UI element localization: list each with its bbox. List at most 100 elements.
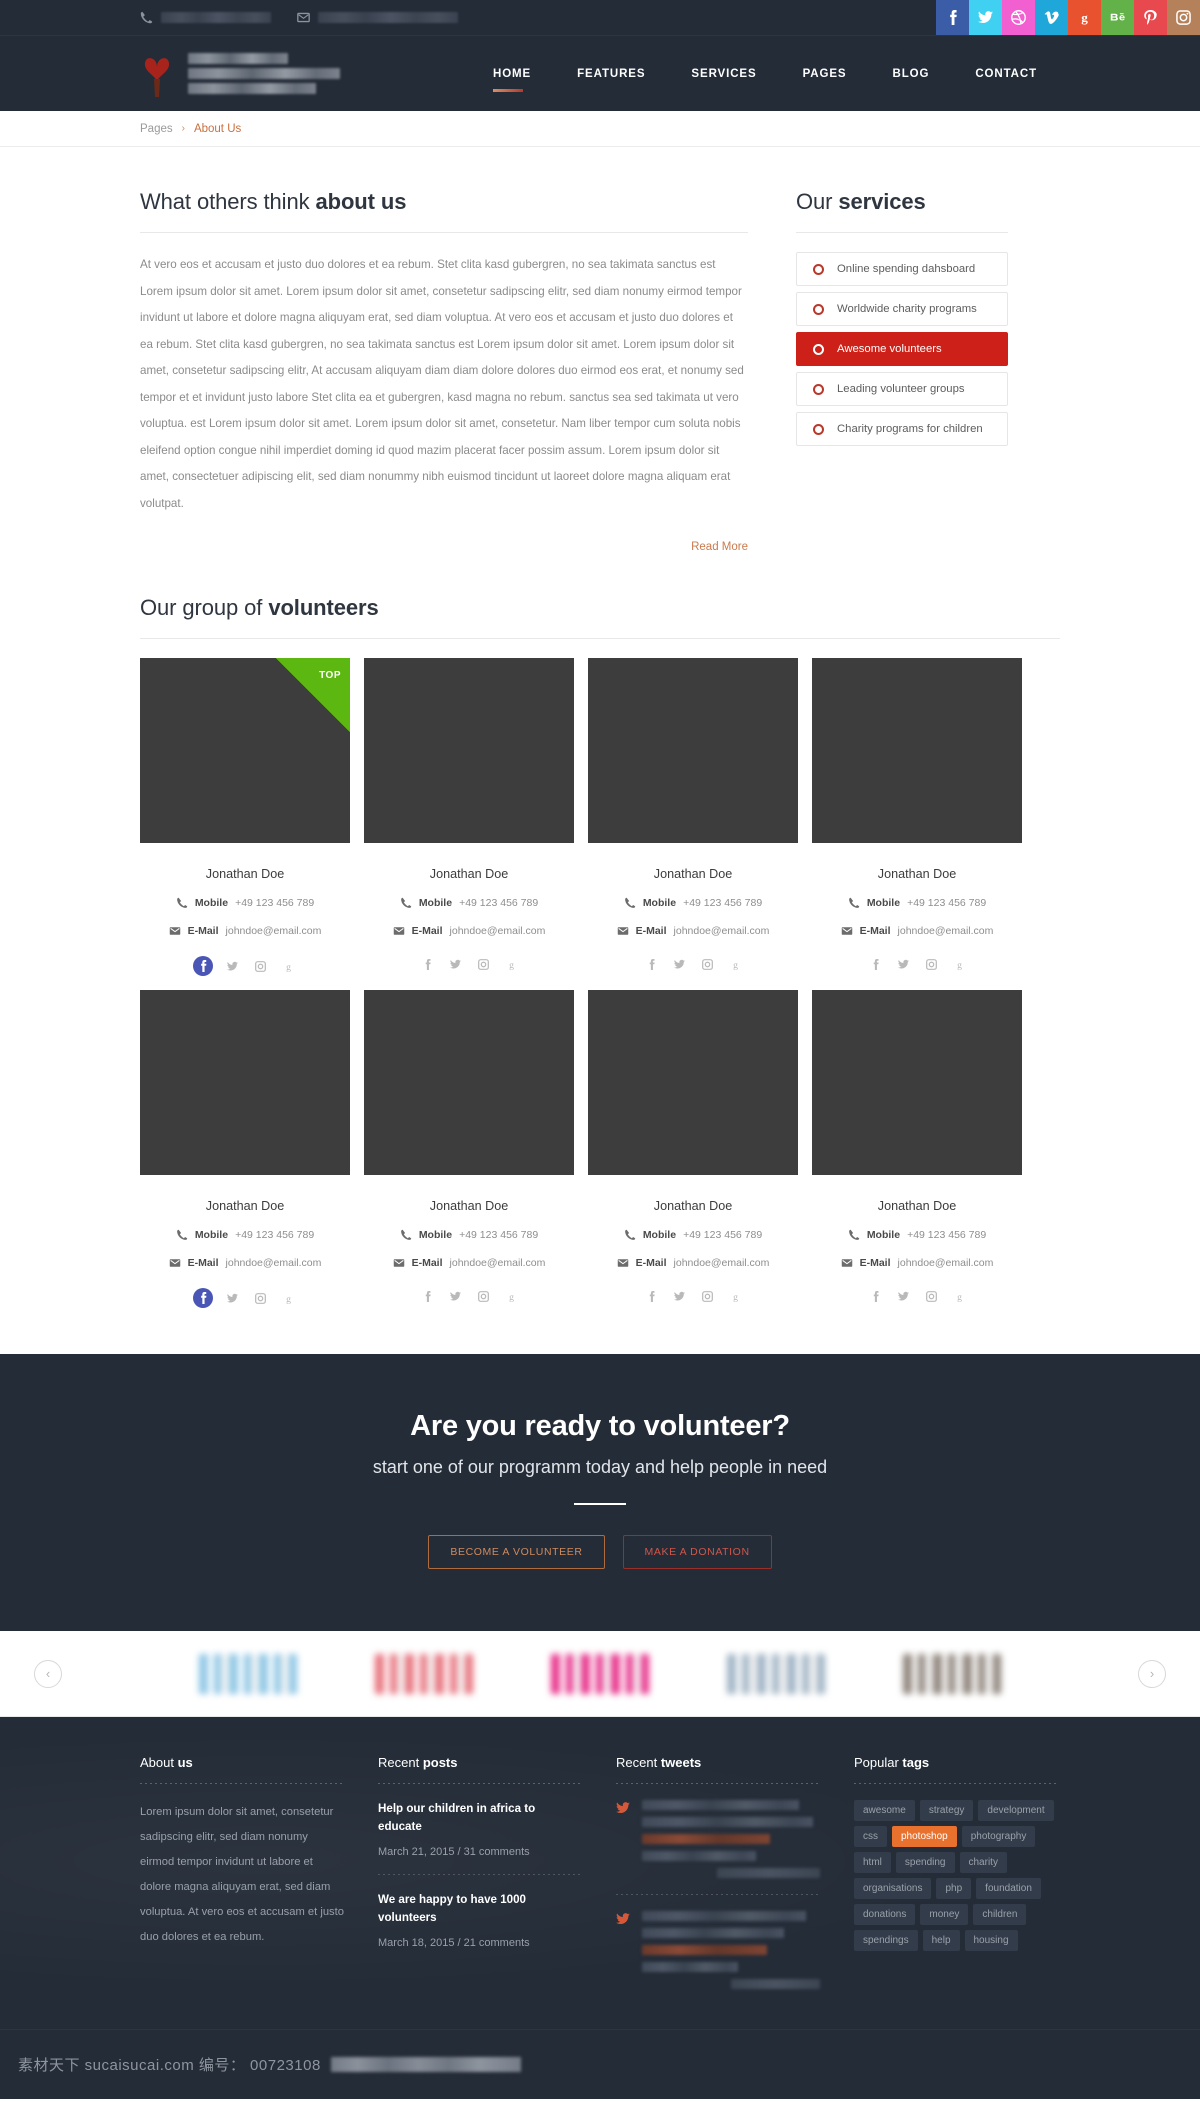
twitter-icon[interactable]: [224, 958, 241, 975]
instagram-icon[interactable]: [1167, 0, 1200, 35]
twitter-icon[interactable]: [447, 1288, 464, 1305]
facebook-icon[interactable]: [193, 956, 213, 976]
vimeo-icon[interactable]: [1035, 0, 1068, 35]
recent-post-title[interactable]: We are happy to have 1000 volunteers: [378, 1891, 582, 1927]
instagram-icon[interactable]: [699, 956, 716, 973]
nav-item-features[interactable]: FEATURES: [554, 57, 668, 91]
twitter-icon[interactable]: [671, 1288, 688, 1305]
tag-spendings[interactable]: spendings: [854, 1930, 918, 1951]
tag-charity[interactable]: charity: [959, 1852, 1007, 1873]
read-more-link[interactable]: Read More: [691, 541, 748, 553]
facebook-icon[interactable]: [936, 0, 969, 35]
instagram-icon[interactable]: [252, 958, 269, 975]
nav-item-services[interactable]: SERVICES: [668, 57, 779, 91]
brand-logo[interactable]: [140, 51, 340, 97]
partner-logo-5[interactable]: [903, 1653, 1001, 1694]
twitter-icon[interactable]: [895, 956, 912, 973]
tag-photoshop[interactable]: photoshop: [892, 1826, 957, 1847]
twitter-icon[interactable]: [671, 956, 688, 973]
facebook-icon[interactable]: [867, 1288, 884, 1305]
google-plus-icon[interactable]: g: [727, 956, 744, 973]
top-bar-email[interactable]: [297, 11, 458, 24]
volunteer-card[interactable]: Jonathan Doe Mobile +49 123 456 789 E-Mail j…: [812, 990, 1022, 1308]
service-item-2[interactable]: Awesome volunteers: [796, 332, 1008, 366]
top-bar-phone[interactable]: [140, 11, 271, 24]
instagram-icon[interactable]: [699, 1288, 716, 1305]
tag-awesome[interactable]: awesome: [854, 1800, 915, 1821]
footer-about-heading-normal: About: [140, 1755, 178, 1770]
facebook-icon[interactable]: [643, 956, 660, 973]
volunteer-card[interactable]: Jonathan Doe Mobile +49 123 456 789 E-Mail j…: [812, 658, 1022, 976]
instagram-icon[interactable]: [475, 1288, 492, 1305]
instagram-icon[interactable]: [252, 1290, 269, 1307]
instagram-icon[interactable]: [475, 956, 492, 973]
facebook-icon[interactable]: [643, 1288, 660, 1305]
twitter-icon[interactable]: [224, 1290, 241, 1307]
partner-logo-1[interactable]: [199, 1653, 297, 1694]
nav-item-pages[interactable]: PAGES: [780, 57, 870, 91]
volunteer-card[interactable]: Jonathan Doe Mobile +49 123 456 789 E-Mail j…: [364, 658, 574, 976]
recent-post-title[interactable]: Help our children in africa to educate: [378, 1800, 582, 1836]
tag-housing[interactable]: housing: [964, 1930, 1018, 1951]
service-item-3[interactable]: Leading volunteer groups: [796, 372, 1008, 406]
service-item-0[interactable]: Online spending dahsboard: [796, 252, 1008, 286]
tag-php[interactable]: php: [936, 1878, 972, 1899]
twitter-icon[interactable]: [447, 956, 464, 973]
tag-strategy[interactable]: strategy: [919, 1800, 974, 1821]
carousel-prev-arrow-icon[interactable]: ‹: [34, 1659, 62, 1688]
tag-money[interactable]: money: [920, 1904, 969, 1925]
volunteer-card[interactable]: Jonathan Doe Mobile +49 123 456 789 E-Mail j…: [588, 990, 798, 1308]
twitter-icon[interactable]: [895, 1288, 912, 1305]
tag-spending[interactable]: spending: [895, 1852, 955, 1873]
volunteer-card[interactable]: TOP Jonathan Doe Mobile +49 123 456 789 E-Ma…: [140, 658, 350, 976]
volunteer-mobile-row: Mobile +49 123 456 789: [364, 897, 574, 909]
facebook-icon[interactable]: [419, 956, 436, 973]
pinterest-icon[interactable]: [1134, 0, 1167, 35]
footer-tags-divider: [854, 1783, 1058, 1784]
nav-item-blog[interactable]: BLOG: [870, 57, 953, 91]
tag-organisations[interactable]: organisations: [854, 1878, 932, 1899]
breadcrumb-pages-link[interactable]: Pages: [140, 123, 173, 135]
service-item-4[interactable]: Charity programs for children: [796, 412, 1008, 446]
nav-item-home[interactable]: HOME: [470, 57, 554, 92]
tag-html[interactable]: html: [854, 1852, 891, 1873]
nav-item-contact[interactable]: CONTACT: [952, 57, 1060, 91]
make-donation-button[interactable]: MAKE A DONATION: [622, 1535, 772, 1569]
google-plus-icon[interactable]: g: [727, 1288, 744, 1305]
google-plus-icon[interactable]: g: [951, 956, 968, 973]
footer-tweets-heading-bold: tweets: [660, 1755, 702, 1770]
phone-value-redacted: [161, 12, 271, 23]
google-plus-icon[interactable]: g: [503, 1288, 520, 1305]
tag-photography[interactable]: photography: [961, 1826, 1036, 1847]
cta-banner: Are you ready to volunteer? start one of…: [0, 1354, 1200, 1631]
tag-help[interactable]: help: [922, 1930, 960, 1951]
facebook-icon[interactable]: [419, 1288, 436, 1305]
facebook-icon[interactable]: [867, 956, 884, 973]
partner-logo-2[interactable]: [375, 1653, 473, 1694]
instagram-icon[interactable]: [923, 1288, 940, 1305]
service-item-label: Online spending dahsboard: [837, 263, 976, 275]
tag-development[interactable]: development: [978, 1800, 1054, 1821]
tag-css[interactable]: css: [854, 1826, 887, 1847]
volunteer-card[interactable]: Jonathan Doe Mobile +49 123 456 789 E-Mail j…: [140, 990, 350, 1308]
partner-logo-3[interactable]: [551, 1653, 649, 1694]
become-volunteer-button[interactable]: BECOME A VOLUNTEER: [428, 1535, 605, 1569]
instagram-icon[interactable]: [923, 956, 940, 973]
tag-donations[interactable]: donations: [854, 1904, 916, 1925]
facebook-icon[interactable]: [193, 1288, 213, 1308]
google-plus-icon[interactable]: g: [951, 1288, 968, 1305]
service-item-1[interactable]: Worldwide charity programs: [796, 292, 1008, 326]
behance-icon[interactable]: [1101, 0, 1134, 35]
twitter-icon[interactable]: [969, 0, 1002, 35]
partner-logo-4[interactable]: [727, 1653, 825, 1694]
tag-children[interactable]: children: [973, 1904, 1027, 1925]
volunteer-card[interactable]: Jonathan Doe Mobile +49 123 456 789 E-Mail j…: [588, 658, 798, 976]
google-plus-icon[interactable]: g: [280, 1290, 297, 1307]
tag-foundation[interactable]: foundation: [976, 1878, 1041, 1899]
volunteer-card[interactable]: Jonathan Doe Mobile +49 123 456 789 E-Mail j…: [364, 990, 574, 1308]
google-plus-icon[interactable]: g: [1068, 0, 1101, 35]
dribbble-icon[interactable]: [1002, 0, 1035, 35]
google-plus-icon[interactable]: g: [280, 958, 297, 975]
google-plus-icon[interactable]: g: [503, 956, 520, 973]
carousel-next-arrow-icon[interactable]: ›: [1138, 1659, 1166, 1688]
